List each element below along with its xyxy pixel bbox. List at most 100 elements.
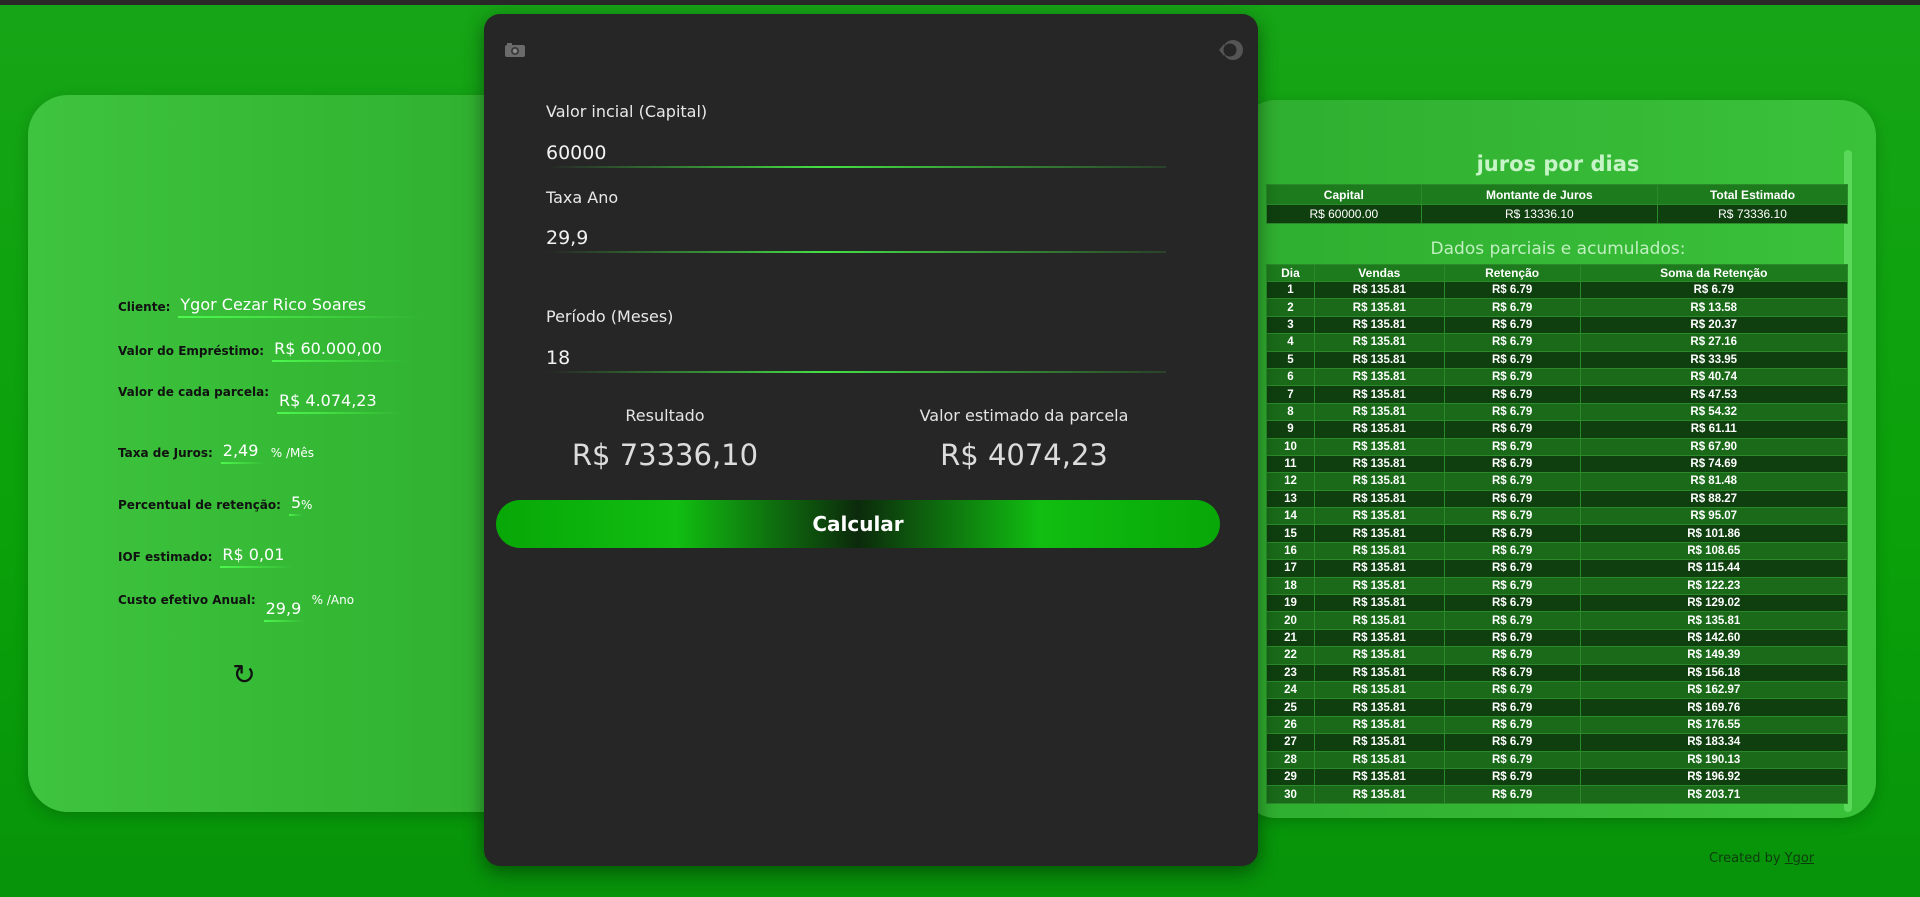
table-cell: R$ 20.37: [1579, 315, 1848, 335]
table-cell: R$ 6.79: [1443, 507, 1581, 526]
table-row: 1 R$ 135.81 R$ 6.79 R$ 6.79: [1266, 280, 1848, 300]
table-cell: R$ 135.81: [1313, 750, 1445, 769]
table-cell: R$ 169.76: [1579, 698, 1848, 717]
table-cell: R$ 135.81: [1313, 472, 1445, 491]
theme-toggle-icon[interactable]: [1216, 36, 1246, 64]
table-row: 29 R$ 135.81 R$ 6.79 R$ 196.92: [1266, 767, 1848, 787]
refresh-icon[interactable]: ↻: [229, 660, 259, 690]
table-cell: 27: [1266, 733, 1315, 752]
table-cell: R$ 6.79: [1443, 576, 1581, 596]
table-cell: R$ 6.79: [1443, 420, 1581, 439]
emprestimo-row: Valor do Empréstimo: R$ 60.000,00: [118, 339, 407, 362]
retencao-row: Percentual de retenção: 5 %: [118, 493, 312, 516]
table-cell: R$ 6.79: [1443, 559, 1581, 578]
partial-data-title: Dados parciais e acumulados:: [1430, 239, 1686, 259]
daily-table: Dia Vendas Retenção Soma da Retenção 1 R$ 13…: [1266, 264, 1848, 804]
table-row: 3 R$ 135.81 R$ 6.79 R$ 20.37: [1266, 315, 1848, 335]
table-cell: R$ 135.81: [1313, 628, 1445, 648]
table-cell: R$ 129.02: [1579, 594, 1848, 613]
table-row: 2 R$ 135.81 R$ 6.79 R$ 13.58: [1266, 298, 1848, 317]
table-row: 27 R$ 135.81 R$ 6.79 R$ 183.34: [1266, 733, 1848, 752]
taxa-row: Taxa de Juros: 2,49 % /Mês: [118, 441, 314, 464]
table-cell: 18: [1266, 576, 1315, 596]
table-cell: R$ 135.81: [1313, 663, 1445, 682]
taxa-label: Taxa de Juros:: [118, 446, 213, 460]
table-cell: 2: [1266, 298, 1315, 317]
table-cell: R$ 135.81: [1313, 541, 1445, 561]
cea-value: 29,9: [263, 599, 304, 622]
table-cell: 19: [1266, 594, 1315, 613]
cea-row: Custo efetivo Anual: 29,9 % /Ano: [118, 591, 354, 622]
taxa-ano-input[interactable]: 29,9: [546, 227, 588, 249]
summary-header: Capital: [1266, 184, 1422, 205]
emprestimo-value: R$ 60.000,00: [272, 339, 407, 362]
table-cell: R$ 196.92: [1579, 767, 1848, 787]
table-cell: R$ 6.79: [1443, 698, 1581, 717]
table-cell: R$ 135.81: [1313, 507, 1445, 526]
summary-header: Montante de Juros: [1420, 184, 1659, 205]
table-cell: 17: [1266, 559, 1315, 578]
table-cell: R$ 6.79: [1443, 715, 1581, 735]
daily-header: Dia: [1266, 264, 1315, 282]
table-cell: R$ 135.81: [1313, 559, 1445, 578]
table-cell: R$ 108.65: [1579, 541, 1848, 561]
table-cell: R$ 6.79: [1443, 680, 1581, 700]
table-cell: R$ 6.79: [1443, 333, 1581, 352]
table-cell: R$ 13.58: [1579, 298, 1848, 317]
table-cell: R$ 190.13: [1579, 750, 1848, 769]
table-cell: 23: [1266, 663, 1315, 682]
table-cell: R$ 33.95: [1579, 350, 1848, 369]
table-row: 11 R$ 135.81 R$ 6.79 R$ 74.69: [1266, 454, 1848, 474]
table-cell: R$ 6.79: [1443, 541, 1581, 561]
table-cell: R$ 6.79: [1443, 385, 1581, 404]
parcela-value: R$ 4.074,23: [277, 391, 402, 414]
table-cell: 15: [1266, 524, 1315, 543]
calcular-button[interactable]: Calcular: [496, 500, 1220, 548]
calculator-card: Valor incial (Capital) 60000 Taxa Ano 29…: [484, 14, 1258, 866]
table-cell: 6: [1266, 367, 1315, 387]
table-cell: R$ 135.81: [1313, 611, 1445, 630]
table-cell: 12: [1266, 472, 1315, 491]
table-cell: R$ 135.81: [1313, 698, 1445, 717]
table-cell: 28: [1266, 750, 1315, 769]
table-cell: R$ 6.79: [1443, 767, 1581, 787]
table-row: 22 R$ 135.81 R$ 6.79 R$ 149.39: [1266, 646, 1848, 665]
capital-underline: [546, 166, 1166, 168]
table-cell: R$ 135.81: [1313, 350, 1445, 369]
table-row: 23 R$ 135.81 R$ 6.79 R$ 156.18: [1266, 663, 1848, 682]
table-row: 24 R$ 135.81 R$ 6.79 R$ 162.97: [1266, 680, 1848, 700]
table-cell: R$ 27.16: [1579, 333, 1848, 352]
table-cell: 7: [1266, 385, 1315, 404]
table-cell: 4: [1266, 333, 1315, 352]
table-cell: R$ 6.79: [1443, 472, 1581, 491]
footer-prefix: Created by: [1709, 851, 1781, 866]
table-cell: R$ 6.79: [1443, 524, 1581, 543]
capital-input[interactable]: 60000: [546, 142, 606, 164]
table-cell: R$ 6.79: [1443, 611, 1581, 630]
camera-icon[interactable]: [504, 42, 526, 58]
parcela-estimada-label: Valor estimado da parcela: [919, 406, 1129, 425]
parcela-label: Valor de cada parcela:: [118, 385, 270, 399]
footer-credit: Created by Ygor: [1709, 851, 1814, 866]
table-row: 13 R$ 135.81 R$ 6.79 R$ 88.27: [1266, 489, 1848, 509]
table-row: 19 R$ 135.81 R$ 6.79 R$ 129.02: [1266, 594, 1848, 613]
table-cell: R$ 135.81: [1313, 420, 1445, 439]
table-cell: R$ 135.81: [1313, 367, 1445, 387]
taxa-ano-underline: [546, 251, 1166, 253]
table-cell: R$ 176.55: [1579, 715, 1848, 735]
table-cell: R$ 6.79: [1443, 298, 1581, 317]
table-cell: R$ 149.39: [1579, 646, 1848, 665]
iof-value: R$ 0,01: [220, 545, 293, 568]
table-cell: R$ 6.79: [1443, 489, 1581, 509]
table-cell: R$ 6.79: [1443, 646, 1581, 665]
table-row: 7 R$ 135.81 R$ 6.79 R$ 47.53: [1266, 385, 1848, 404]
summary-table: Capital Montante de Juros Total Estimado R…: [1266, 184, 1848, 224]
table-cell: 5: [1266, 350, 1315, 369]
top-bar: [0, 0, 1920, 5]
periodo-input[interactable]: 18: [546, 347, 570, 369]
table-cell: R$ 95.07: [1579, 507, 1848, 526]
table-row: 18 R$ 135.81 R$ 6.79 R$ 122.23: [1266, 576, 1848, 596]
table-cell: R$ 135.81: [1313, 680, 1445, 700]
table-cell: R$ 6.79: [1443, 750, 1581, 769]
author-link[interactable]: Ygor: [1785, 851, 1815, 866]
